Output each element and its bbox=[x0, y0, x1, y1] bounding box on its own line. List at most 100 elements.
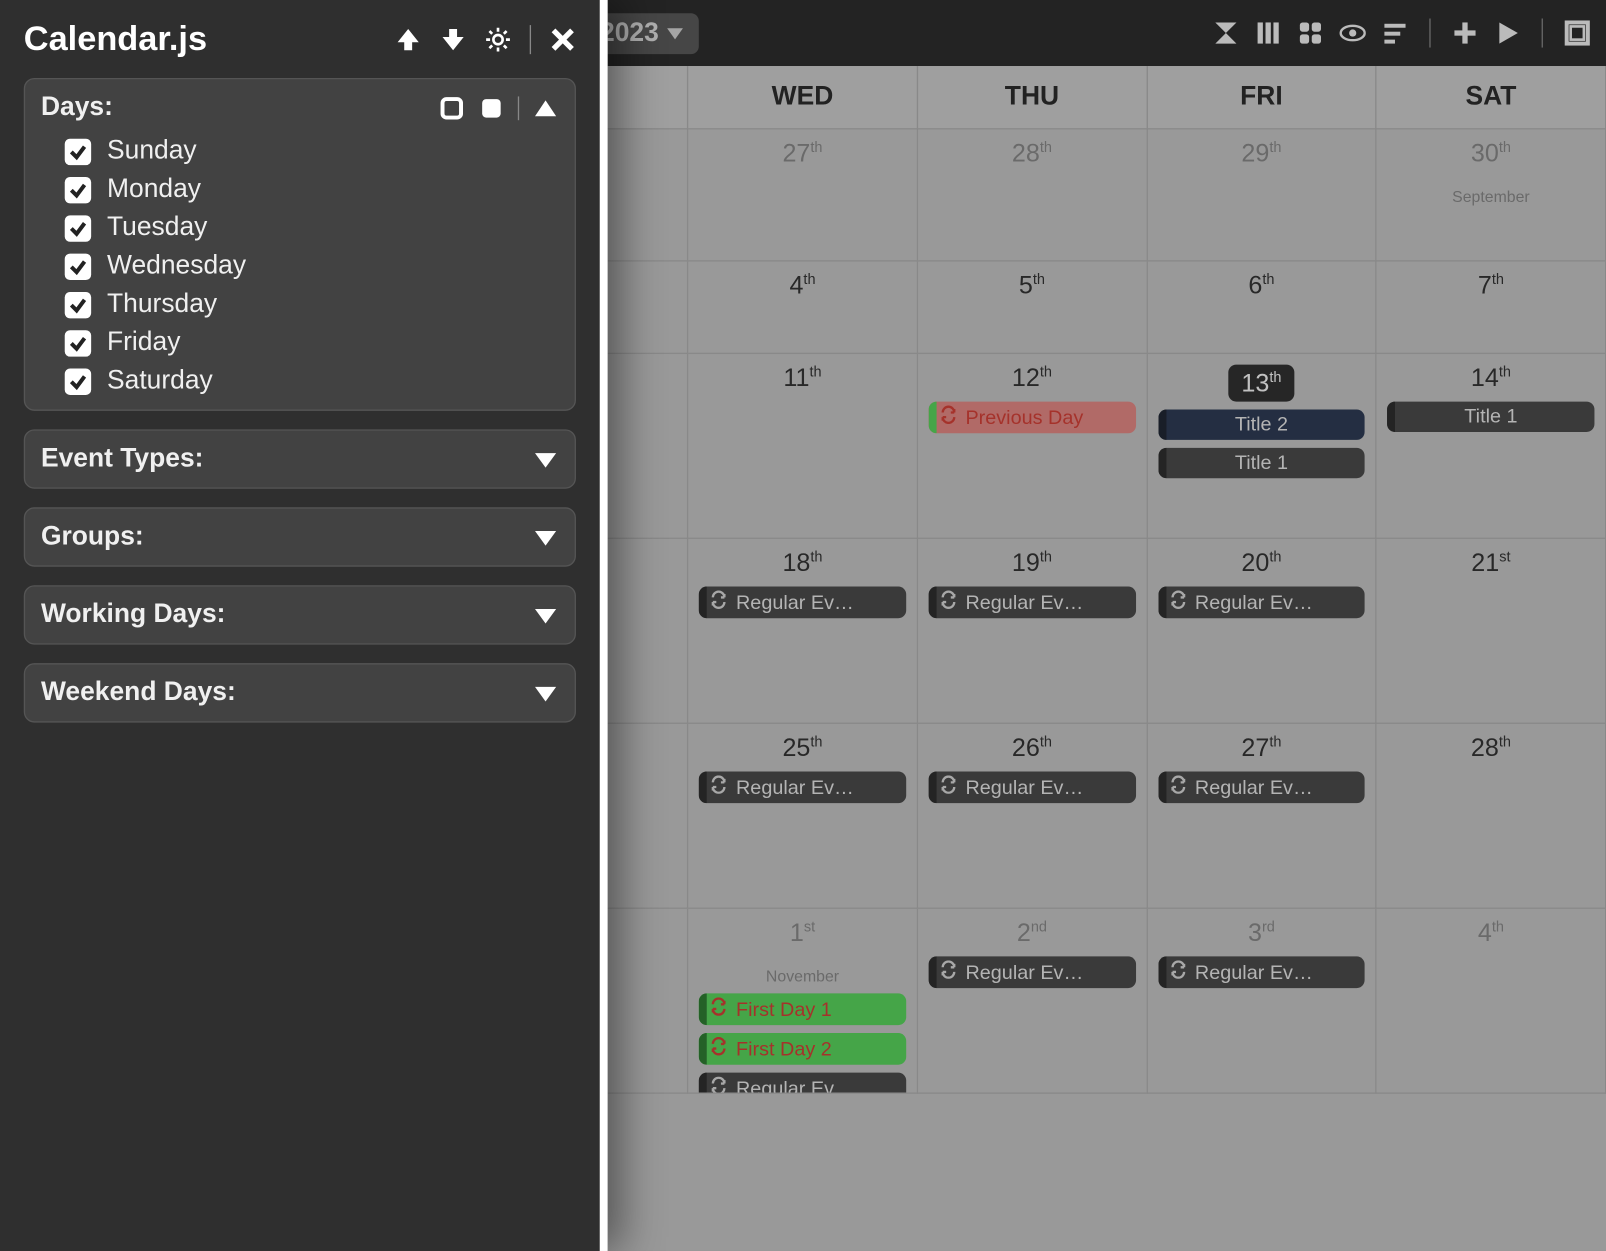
event-color-stripe bbox=[928, 587, 936, 619]
day-number: 19th bbox=[928, 550, 1135, 579]
event-title: Regular Ev… bbox=[1195, 592, 1313, 614]
panel-title: Event Types: bbox=[41, 444, 203, 474]
collapse-up-icon[interactable] bbox=[532, 94, 558, 120]
expand-down-icon[interactable] bbox=[532, 524, 558, 550]
calendar-cell[interactable]: 25th Regular Ev… bbox=[688, 724, 917, 909]
play-icon[interactable] bbox=[1494, 20, 1520, 46]
panel-weekend-days[interactable]: Weekend Days: bbox=[24, 663, 576, 722]
calendar-event[interactable]: Regular Ev… bbox=[1158, 957, 1365, 989]
day-number: 28th bbox=[1387, 734, 1594, 763]
checkbox-icon[interactable] bbox=[65, 138, 91, 164]
calendar-event[interactable]: Regular Ev… bbox=[928, 772, 1135, 804]
eye-icon[interactable] bbox=[1339, 20, 1365, 46]
calendar-event[interactable]: First Day 2 bbox=[699, 1033, 906, 1065]
calendar-cell[interactable]: 27th Regular Ev… bbox=[1147, 724, 1376, 909]
import-up-icon[interactable] bbox=[395, 26, 421, 52]
calendar-cell[interactable]: 26th Regular Ev… bbox=[918, 724, 1147, 909]
weekday-header: SAT bbox=[1377, 66, 1606, 129]
calendar-event[interactable]: Title 1 bbox=[1387, 402, 1594, 432]
panel-groups[interactable]: Groups: bbox=[24, 507, 576, 566]
plus-icon[interactable] bbox=[1452, 20, 1478, 46]
day-label: Wednesday bbox=[107, 251, 246, 281]
calendar-cell[interactable]: 28th bbox=[1377, 724, 1606, 909]
day-checkbox-row[interactable]: Friday bbox=[65, 328, 559, 358]
checkbox-icon[interactable] bbox=[65, 291, 91, 317]
calendar-cell[interactable]: 4th bbox=[688, 262, 917, 354]
export-down-icon[interactable] bbox=[440, 26, 466, 52]
calendar-event[interactable]: Title 1 bbox=[1158, 448, 1365, 478]
day-checkbox-row[interactable]: Thursday bbox=[65, 289, 559, 319]
repeat-icon bbox=[710, 1037, 728, 1061]
day-number: 7th bbox=[1387, 272, 1594, 301]
expand-down-icon[interactable] bbox=[532, 602, 558, 628]
calendar-event[interactable]: Title 2 bbox=[1158, 410, 1365, 440]
calendar-cell[interactable]: 1stNovember First Day 1 First Day 2 Regu… bbox=[688, 909, 917, 1094]
panel-title: Working Days: bbox=[41, 600, 226, 630]
calendar-cell[interactable]: 11th bbox=[688, 354, 917, 539]
day-label: Monday bbox=[107, 174, 201, 204]
calendar-cell[interactable]: 18th Regular Ev… bbox=[688, 539, 917, 724]
day-checkbox-row[interactable]: Monday bbox=[65, 174, 559, 204]
columns-icon[interactable] bbox=[1255, 20, 1281, 46]
calendar-cell[interactable]: 4th bbox=[1377, 909, 1606, 1094]
calendar-cell[interactable]: 14th Title 1 bbox=[1377, 354, 1606, 539]
event-color-stripe bbox=[1158, 410, 1166, 440]
select-none-icon[interactable] bbox=[439, 94, 465, 120]
calendar-cell[interactable]: 19th Regular Ev… bbox=[918, 539, 1147, 724]
event-title: Regular Ev… bbox=[965, 777, 1083, 799]
calendar-cell[interactable]: 21st bbox=[1377, 539, 1606, 724]
calendar-cell[interactable]: 7th bbox=[1377, 262, 1606, 354]
event-color-stripe bbox=[1158, 772, 1166, 804]
checkbox-icon[interactable] bbox=[65, 253, 91, 279]
day-checkbox-row[interactable]: Sunday bbox=[65, 136, 559, 166]
panel-event-types[interactable]: Event Types: bbox=[24, 429, 576, 488]
gear-icon[interactable] bbox=[485, 26, 511, 52]
checkbox-icon[interactable] bbox=[65, 176, 91, 202]
expand-down-icon[interactable] bbox=[532, 446, 558, 472]
calendar-cell[interactable]: 2nd Regular Ev… bbox=[918, 909, 1147, 1094]
checkbox-icon[interactable] bbox=[65, 330, 91, 356]
panel-title: Days: bbox=[41, 92, 113, 122]
hourglass-icon[interactable] bbox=[1213, 20, 1239, 46]
day-checkbox-row[interactable]: Wednesday bbox=[65, 251, 559, 281]
close-icon[interactable] bbox=[550, 26, 576, 52]
calendar-cell[interactable]: 30thSeptember bbox=[1377, 129, 1606, 261]
event-title: Regular Ev… bbox=[965, 961, 1083, 983]
calendar-cell[interactable]: 27th bbox=[688, 129, 917, 261]
weekday-header: FRI bbox=[1147, 66, 1376, 129]
list-icon[interactable] bbox=[1382, 20, 1408, 46]
select-all-icon[interactable] bbox=[478, 94, 504, 120]
calendar-cell[interactable]: 28th bbox=[918, 129, 1147, 261]
calendar-event[interactable]: Regular Ev… bbox=[699, 772, 906, 804]
app-title: Calendar.js bbox=[24, 18, 207, 59]
calendar-cell[interactable]: 6th bbox=[1147, 262, 1376, 354]
calendar-cell[interactable]: 20th Regular Ev… bbox=[1147, 539, 1376, 724]
calendar-cell[interactable]: 5th bbox=[918, 262, 1147, 354]
day-label: Saturday bbox=[107, 366, 213, 396]
calendar-event[interactable]: Regular Ev… bbox=[1158, 772, 1365, 804]
event-title: First Day 2 bbox=[736, 1038, 832, 1060]
day-number: 25th bbox=[699, 734, 906, 763]
grid-icon[interactable] bbox=[1297, 20, 1323, 46]
checkbox-icon[interactable] bbox=[65, 368, 91, 394]
panel-working-days[interactable]: Working Days: bbox=[24, 585, 576, 644]
calendar-event[interactable]: Regular Ev… bbox=[1158, 587, 1365, 619]
checkbox-icon[interactable] bbox=[65, 215, 91, 241]
fullscreen-icon[interactable] bbox=[1564, 20, 1590, 46]
calendar-cell[interactable]: 3rd Regular Ev… bbox=[1147, 909, 1376, 1094]
calendar-cell[interactable]: 29th bbox=[1147, 129, 1376, 261]
calendar-event[interactable]: Regular Ev… bbox=[928, 587, 1135, 619]
day-checkbox-row[interactable]: Saturday bbox=[65, 366, 559, 396]
expand-down-icon[interactable] bbox=[532, 680, 558, 706]
calendar-event[interactable]: Regular Ev… bbox=[699, 1073, 906, 1094]
repeat-icon bbox=[939, 406, 957, 430]
calendar-event[interactable]: First Day 1 bbox=[699, 994, 906, 1026]
calendar-cell[interactable]: 12th Previous Day bbox=[918, 354, 1147, 539]
day-checkbox-row[interactable]: Tuesday bbox=[65, 213, 559, 243]
calendar-event[interactable]: Regular Ev… bbox=[928, 957, 1135, 989]
day-number: 26th bbox=[928, 734, 1135, 763]
calendar-event[interactable]: Previous Day bbox=[928, 402, 1135, 434]
calendar-cell[interactable]: 13th Title 2 Title 1 bbox=[1147, 354, 1376, 539]
calendar-event[interactable]: Regular Ev… bbox=[699, 587, 906, 619]
event-color-stripe bbox=[699, 587, 707, 619]
